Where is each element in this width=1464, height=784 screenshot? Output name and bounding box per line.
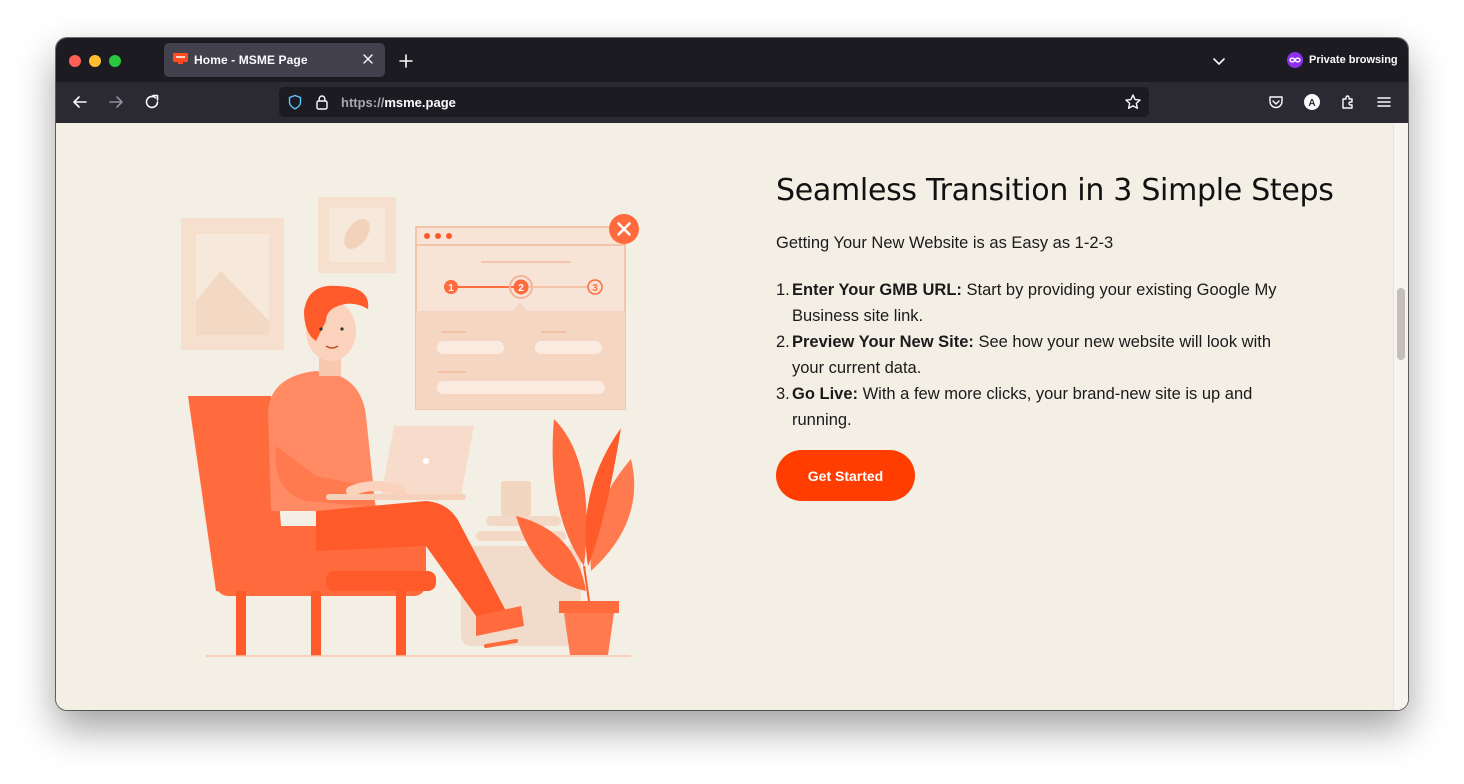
step-item-3: 3. Go Live: With a few more clicks, your…: [776, 381, 1296, 433]
chevron-down-icon[interactable]: [1211, 53, 1227, 69]
tab-strip: Home - MSME Page Private browsing: [56, 38, 1408, 82]
forward-arrow-icon[interactable]: [107, 93, 125, 111]
url-scheme: https://: [341, 95, 385, 110]
close-window-button[interactable]: [69, 55, 81, 67]
close-icon[interactable]: [360, 51, 376, 67]
private-browsing-indicator: Private browsing: [1287, 51, 1398, 69]
illustration-step-3: 3: [592, 283, 598, 294]
step-number: 2.: [776, 333, 790, 351]
url-text[interactable]: https://msme.page: [341, 95, 456, 110]
page-content: 1 2 3 Seamless Transition in 3 Simple St…: [56, 123, 1408, 710]
svg-text:A: A: [1308, 98, 1315, 109]
pocket-icon[interactable]: [1267, 93, 1285, 111]
step-title: Enter Your GMB URL:: [792, 281, 962, 299]
section-heading: Seamless Transition in 3 Simple Steps: [776, 173, 1334, 208]
step-number: 3.: [776, 385, 790, 403]
extensions-puzzle-icon[interactable]: [1339, 93, 1357, 111]
step-title: Go Live:: [792, 385, 859, 403]
new-tab-plus-icon[interactable]: [397, 52, 415, 70]
scrollbar-thumb[interactable]: [1397, 288, 1405, 360]
step-number: 1.: [776, 281, 790, 299]
section-subheading: Getting Your New Website is as Easy as 1…: [776, 234, 1114, 252]
tab-home[interactable]: Home - MSME Page: [164, 43, 385, 77]
minimize-window-button[interactable]: [89, 55, 101, 67]
lock-icon[interactable]: [315, 94, 329, 110]
laptop-person-illustration: 1 2 3: [181, 197, 639, 657]
private-mask-icon: [1287, 52, 1303, 68]
tracking-protection-shield-icon[interactable]: [287, 94, 303, 110]
illustration-step-1: 1: [448, 283, 454, 294]
tab-title: Home - MSME Page: [194, 53, 308, 67]
account-avatar-icon[interactable]: A: [1303, 93, 1321, 111]
illustration-step-2: 2: [518, 283, 524, 294]
back-arrow-icon[interactable]: [71, 93, 89, 111]
step-item-1: 1. Enter Your GMB URL: Start by providin…: [776, 277, 1296, 329]
msme-favicon-icon: [173, 53, 188, 64]
step-text: With a few more clicks, your brand-new s…: [792, 385, 1253, 429]
bookmark-star-icon[interactable]: [1124, 93, 1142, 111]
steps-list: 1. Enter Your GMB URL: Start by providin…: [776, 277, 1296, 433]
private-browsing-label: Private browsing: [1309, 54, 1398, 66]
step-item-2: 2. Preview Your New Site: See how your n…: [776, 329, 1296, 381]
navigation-toolbar: https://msme.page A: [56, 82, 1408, 123]
reload-icon[interactable]: [143, 93, 161, 111]
browser-window: Home - MSME Page Private browsing https:…: [56, 38, 1408, 710]
url-host: msme.page: [384, 95, 456, 110]
vertical-scrollbar[interactable]: [1393, 123, 1408, 710]
get-started-button[interactable]: Get Started: [776, 450, 915, 501]
zoom-window-button[interactable]: [109, 55, 121, 67]
address-bar[interactable]: https://msme.page: [279, 87, 1149, 117]
hamburger-menu-icon[interactable]: [1375, 93, 1393, 111]
step-title: Preview Your New Site:: [792, 333, 974, 351]
